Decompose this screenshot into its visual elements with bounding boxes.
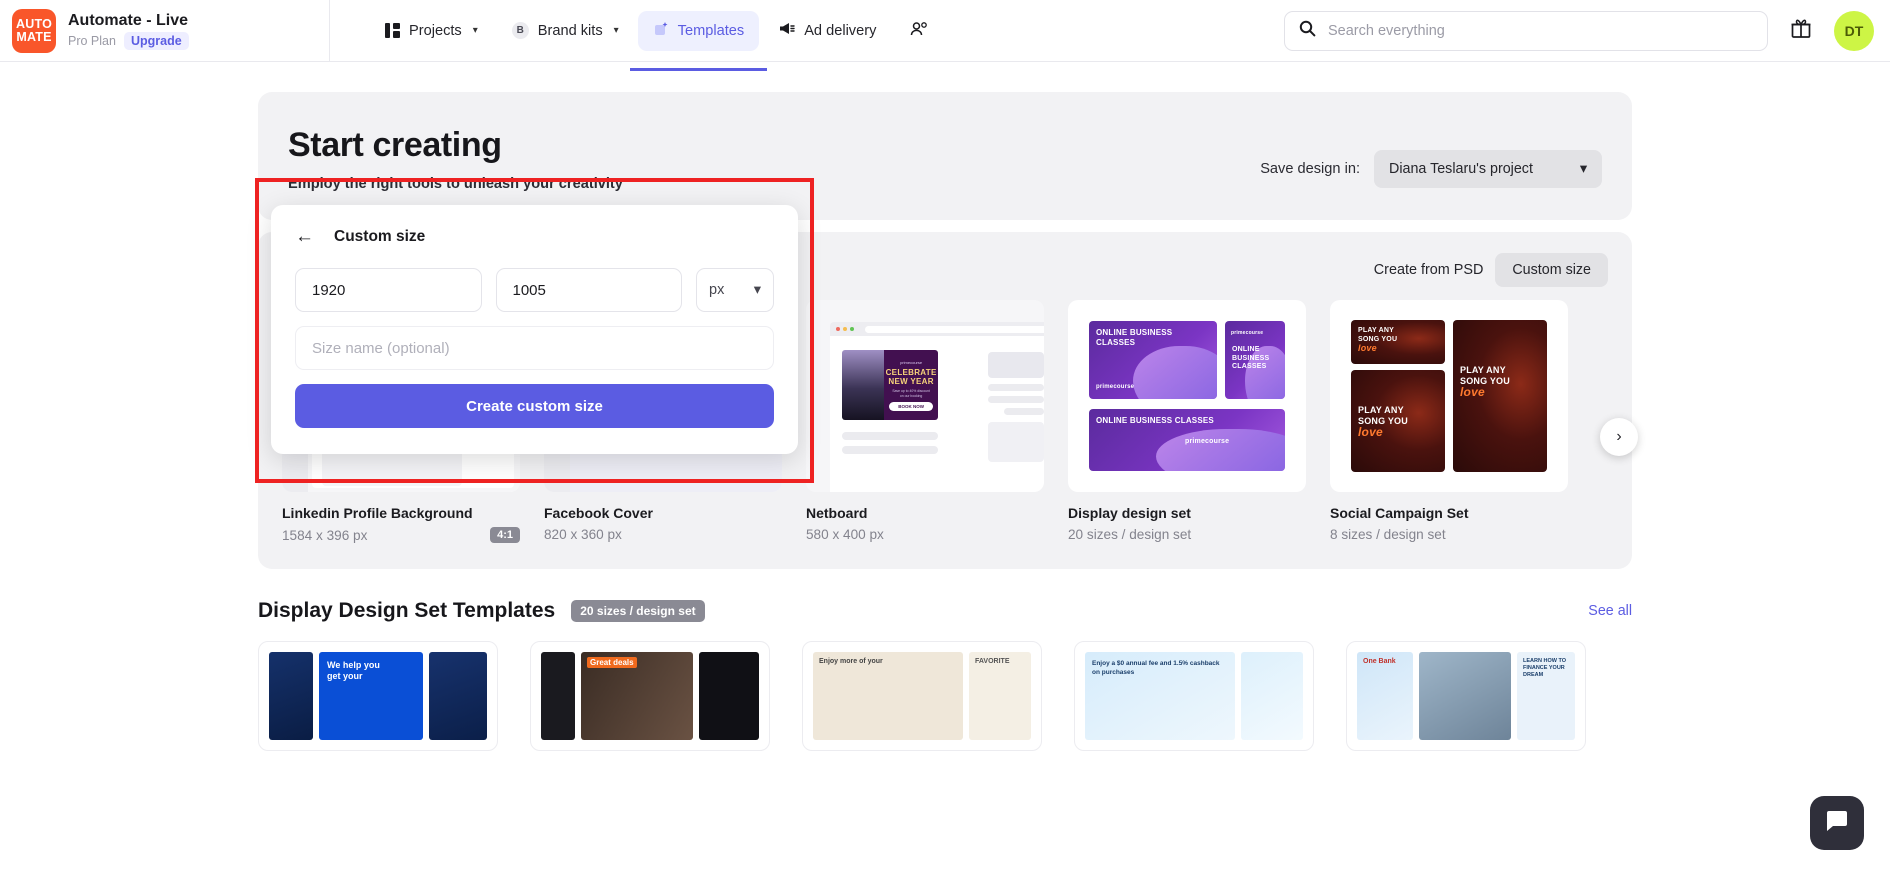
thumb-art-line2: SONG YOU (1358, 335, 1398, 343)
thumb-art-line1: CELEBRATE (885, 367, 937, 377)
carousel-next-button[interactable]: › (1600, 418, 1638, 456)
nav-item-templates[interactable]: Templates (629, 10, 767, 71)
thumb-art-line2: NEW YEAR (888, 376, 934, 386)
top-navigation-bar: AUTO MATE Automate - Live Pro Plan Upgra… (0, 0, 1890, 71)
nav-item-projects[interactable]: Projects ▾ (370, 11, 493, 51)
template-thumbnail: primecourse CELEBRATE NEW YEAR Save up t… (806, 300, 1044, 492)
template-card-meta: 20 sizes / design set (1068, 527, 1192, 542)
project-select[interactable]: Diana Teslaru's project ▾ (1374, 150, 1602, 188)
grid-icon (385, 23, 400, 38)
logo-line-2: MATE (16, 29, 52, 44)
template-card[interactable]: primecourse CELEBRATE NEW YEAR Save up t… (806, 300, 1044, 543)
display-set-card[interactable]: Enjoy a $0 annual fee and 1.5% cashback … (1074, 641, 1314, 751)
people-icon (910, 21, 929, 41)
page-body: Start creating Employ the right tools to… (0, 62, 1890, 872)
thumb-art-line3: love (1358, 343, 1377, 353)
nav-label-ad-delivery: Ad delivery (804, 22, 877, 39)
brandkit-icon: B (511, 22, 529, 39)
nav-label-brand-kits: Brand kits (537, 22, 603, 39)
thumb-art-line1: PLAY ANY (1358, 327, 1394, 334)
save-design-label: Save design in: (1260, 161, 1360, 177)
unit-select[interactable]: px ▾ (696, 268, 774, 312)
mini-text-2: FAVORITE (975, 658, 1010, 665)
display-set-card[interactable]: Enjoy more of your FAVORITE (802, 641, 1042, 751)
mini-text-2: get your (327, 671, 363, 681)
nav-label-templates: Templates (677, 22, 745, 39)
template-card-title: Facebook Cover (544, 505, 653, 521)
size-name-input[interactable]: Size name (optional) (295, 326, 774, 370)
nav-right-group: Search everything DT (1284, 10, 1890, 51)
display-design-set-cards-row: We help you get your Great deals Enjoy m… (258, 641, 1632, 751)
template-card-title: Display design set (1068, 505, 1191, 521)
width-input[interactable]: 1920 (295, 268, 482, 312)
section-badge: 20 sizes / design set (571, 600, 705, 622)
mini-text-1: We help you (327, 660, 380, 670)
display-set-card[interactable]: We help you get your (258, 641, 498, 751)
nav-label-projects: Projects (409, 22, 462, 39)
unit-select-value: px (709, 282, 725, 298)
search-placeholder: Search everything (1328, 22, 1445, 39)
height-input[interactable]: 1005 (495, 268, 682, 312)
main-nav-items: Projects ▾ B Brand kits ▾ Templates Ad d… (370, 0, 944, 71)
search-icon (1299, 20, 1316, 42)
sparkle-icon (653, 21, 669, 41)
template-card[interactable]: ONLINE BUSINESS CLASSES primecourse prim… (1068, 300, 1306, 543)
display-set-card[interactable]: One Bank LEARN HOW TO FINANCE YOUR DREAM (1346, 641, 1586, 751)
automate-logo-icon: AUTO MATE (12, 8, 56, 53)
template-card-meta: 1584 x 396 px (282, 527, 368, 543)
workspace-title: Automate - Live (68, 11, 189, 29)
logo-line-1: AUTO (16, 16, 52, 31)
save-design-row: Save design in: Diana Teslaru's project … (1260, 150, 1602, 188)
template-card[interactable]: PLAY ANY SONG YOU love PLAY ANY SONG YOU l… (1330, 300, 1568, 543)
thumb-art-cta: BOOK NOW (889, 401, 933, 411)
template-card-meta: 820 x 360 px (544, 527, 622, 542)
template-card-meta: 8 sizes / design set (1330, 527, 1446, 542)
see-all-link[interactable]: See all (1588, 603, 1632, 619)
template-thumbnail: PLAY ANY SONG YOU love PLAY ANY SONG YOU l… (1330, 300, 1568, 492)
template-card-meta: 580 x 400 px (806, 527, 884, 542)
create-from-psd-button[interactable]: Create from PSD (1374, 262, 1484, 278)
nav-item-brand-kits[interactable]: B Brand kits ▾ (497, 11, 634, 51)
mini-text-1: Enjoy a $0 annual fee and 1.5% cashback … (1092, 660, 1220, 676)
custom-size-modal: ← Custom size 1920 1005 px ▾ Size name (… (271, 205, 798, 454)
project-select-value: Diana Teslaru's project (1389, 161, 1533, 177)
nav-item-people[interactable] (895, 11, 944, 51)
chevron-down-icon: ▾ (1579, 161, 1587, 177)
megaphone-icon (778, 21, 795, 40)
thumb-art-brand: primecourse (1096, 384, 1135, 390)
display-set-card[interactable]: Great deals (530, 641, 770, 751)
template-card-title: Netboard (806, 505, 868, 521)
chevron-down-icon: ▾ (472, 25, 478, 36)
modal-title: Custom size (334, 227, 426, 245)
custom-size-button[interactable]: Custom size (1495, 253, 1608, 287)
chevron-down-icon: ▾ (753, 282, 761, 298)
display-design-set-section-header: Display Design Set Templates 20 sizes / … (258, 599, 1632, 623)
mini-text-2: LEARN HOW TO FINANCE YOUR DREAM (1523, 658, 1566, 678)
chat-widget-button[interactable] (1810, 796, 1864, 850)
create-custom-size-button[interactable]: Create custom size (295, 384, 774, 428)
back-arrow-icon[interactable]: ← (295, 227, 314, 246)
template-thumbnail: ONLINE BUSINESS CLASSES primecourse prim… (1068, 300, 1306, 492)
template-card-title: Social Campaign Set (1330, 505, 1469, 521)
workspace-brand-block[interactable]: AUTO MATE Automate - Live Pro Plan Upgra… (0, 0, 330, 61)
section-title: Display Design Set Templates (258, 599, 556, 622)
mini-text-1: Great deals (587, 657, 637, 668)
mini-text-1: One Bank (1363, 658, 1396, 665)
nav-item-ad-delivery[interactable]: Ad delivery (763, 11, 891, 51)
chat-icon (1824, 808, 1850, 839)
gift-icon[interactable] (1790, 17, 1812, 44)
mini-text-1: Enjoy more of your (819, 658, 883, 665)
search-input[interactable]: Search everything (1284, 10, 1768, 51)
thumb-art-text: ONLINE BUSINESS CLASSES (1096, 328, 1173, 347)
start-creating-panel: Start creating Employ the right tools to… (258, 92, 1632, 220)
upgrade-button[interactable]: Upgrade (123, 31, 189, 50)
chevron-down-icon: ▾ (613, 25, 619, 36)
plan-label: Pro Plan (68, 33, 116, 48)
avatar[interactable]: DT (1834, 10, 1874, 51)
aspect-ratio-badge: 4:1 (490, 527, 520, 543)
template-card-title: Linkedin Profile Background (282, 505, 473, 521)
